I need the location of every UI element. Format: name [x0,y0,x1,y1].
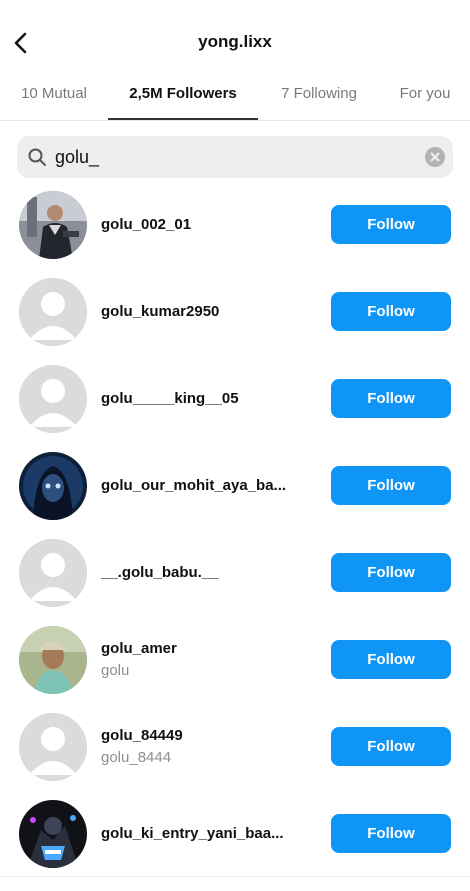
tab-for-you[interactable]: For you [380,76,470,120]
clear-icon [430,152,440,162]
avatar[interactable] [19,452,87,520]
default-avatar-icon [19,539,87,607]
list-item[interactable]: golu_002_01 Follow [0,181,470,268]
list-item[interactable]: golu_our_mohit_aya_ba... Follow [0,442,470,529]
tab-following[interactable]: 7 Following [258,76,380,120]
followers-list: golu_002_01 Follow golu_kumar2950 Follow [0,181,470,877]
user-text: golu_84449 golu_8444 [101,703,316,790]
username[interactable]: golu_____king__05 [101,390,316,407]
username[interactable]: golu_kumar2950 [101,303,316,320]
default-avatar-icon [19,713,87,781]
list-item[interactable]: golu_ki_entry_yani_baa... Follow [0,790,470,877]
search-bar [17,136,453,178]
full-name: golu_8444 [101,749,172,766]
user-text: golu_amer golu [101,616,316,703]
follow-button[interactable]: Follow [331,553,451,592]
avatar[interactable] [19,713,87,781]
avatar[interactable] [19,278,87,346]
follow-button[interactable]: Follow [331,205,451,244]
photo-hooded-figure-blue-icon [19,452,87,520]
username[interactable]: golu_our_mohit_aya_ba... [101,477,316,494]
search-input[interactable] [55,142,425,172]
page-title: yong.lixx [198,32,272,51]
user-text: golu_002_01 [101,181,316,268]
avatar[interactable] [19,626,87,694]
default-avatar-icon [19,278,87,346]
photo-boy-cap-icon [19,626,87,694]
full-name: golu [101,662,130,679]
avatar[interactable] [19,800,87,868]
clear-search-button[interactable] [425,147,445,167]
follow-button[interactable]: Follow [331,640,451,679]
tab-followers[interactable]: 2,5M Followers [108,76,258,120]
follow-button[interactable]: Follow [331,379,451,418]
list-item[interactable]: golu_kumar2950 Follow [0,268,470,355]
photo-man-dark-jacket-icon [19,191,87,259]
user-text: golu_____king__05 [101,355,316,442]
list-item[interactable]: golu_amer golu Follow [0,616,470,703]
tab-mutual[interactable]: 10 Mutual [0,76,108,120]
username[interactable]: golu_amer [101,640,316,657]
followers-screen: yong.lixx 10 Mutual 2,5M Followers 7 Fol… [0,0,470,891]
avatar[interactable] [19,365,87,433]
avatar[interactable] [19,191,87,259]
default-avatar-icon [19,365,87,433]
avatar[interactable] [19,539,87,607]
username[interactable]: golu_84449 [101,727,316,744]
header: yong.lixx [0,20,470,66]
list-item[interactable]: __.golu_babu.__ Follow [0,529,470,616]
divider [0,120,470,121]
follow-button[interactable]: Follow [331,292,451,331]
follow-button[interactable]: Follow [331,466,451,505]
user-text: golu_our_mohit_aya_ba... [101,442,316,529]
search-icon [28,148,46,166]
follow-button[interactable]: Follow [331,814,451,853]
user-text: __.golu_babu.__ [101,529,316,616]
user-text: golu_kumar2950 [101,268,316,355]
list-item[interactable]: golu_____king__05 Follow [0,355,470,442]
follow-button[interactable]: Follow [331,727,451,766]
user-text: golu_ki_entry_yani_baa... [101,790,316,877]
username[interactable]: golu_002_01 [101,216,316,233]
tab-bar: 10 Mutual 2,5M Followers 7 Following For… [0,76,470,120]
list-item[interactable]: golu_84449 golu_8444 Follow [0,703,470,790]
photo-gaming-art-icon [19,800,87,868]
username[interactable]: __.golu_babu.__ [101,564,316,581]
divider [0,876,470,877]
username[interactable]: golu_ki_entry_yani_baa... [101,825,316,842]
